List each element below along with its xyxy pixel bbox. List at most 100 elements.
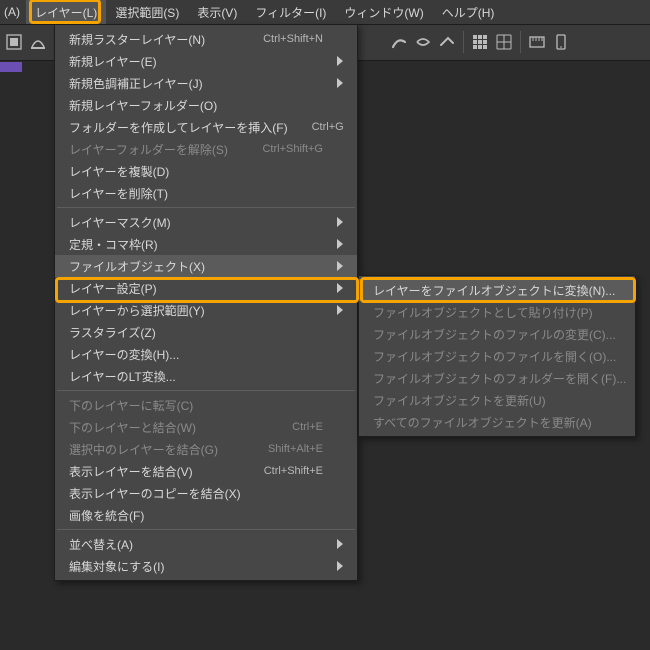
submenu-arrow-icon [337,305,347,315]
menu-item[interactable]: 表示レイヤーを結合(V) Ctrl+Shift+E [55,460,357,482]
menu-item-view[interactable]: 表示(V) [188,0,246,24]
menu-item-label: 表示レイヤーを結合(V) [69,463,193,480]
menu-item-label: レイヤーマスク(M) [69,214,171,231]
menu-item-label: 新規レイヤーフォルダー(O) [69,97,217,114]
brush-icon-3[interactable] [436,31,458,53]
menu-item-label: 表示レイヤーのコピーを結合(X) [69,485,241,502]
menu-item-label: ファイルオブジェクトを更新(U) [373,392,546,409]
menu-separator [57,207,355,208]
menu-item[interactable]: レイヤーから選択範囲(Y) [55,299,357,321]
menu-item[interactable]: 表示レイヤーのコピーを結合(X) [55,482,357,504]
menu-item: 下のレイヤーに転写(C) [55,394,357,416]
submenu-arrow-icon [337,78,347,88]
menu-item-filter[interactable]: フィルター(I) [246,0,335,24]
menu-item[interactable]: 定規・コマ枠(R) [55,233,357,255]
menu-item[interactable]: 新規レイヤー(E) [55,50,357,72]
menu-item-label: 編集対象にする(I) [69,558,164,575]
menu-item-label: ファイルオブジェクト(X) [69,258,205,275]
menu-item[interactable]: レイヤーマスク(M) [55,211,357,233]
submenu-arrow-icon [337,561,347,571]
menu-item[interactable]: レイヤーの変換(H)... [55,343,357,365]
menu-item-label: ファイルオブジェクトのフォルダーを開く(F)... [373,370,626,387]
menu-item-label: 画像を統合(F) [69,507,144,524]
menu-item-label: レイヤーを削除(T) [69,185,168,202]
menu-item-shortcut: Ctrl+Shift+G [262,143,323,155]
menu-item-a[interactable]: (A) [2,0,26,24]
menu-item-label: 定規・コマ枠(R) [69,236,158,253]
menu-item-label: レイヤーフォルダーを解除(S) [69,141,228,158]
menu-item-label: レイヤーから選択範囲(Y) [69,302,205,319]
menu-item-label: ファイルオブジェクトとして貼り付け(P) [373,304,593,321]
brush-icon-2[interactable] [412,31,434,53]
menu-item[interactable]: レイヤーを削除(T) [55,182,357,204]
menu-item[interactable]: レイヤー設定(P) [55,277,357,299]
submenu-arrow-icon [337,239,347,249]
menu-item-label: 選択中のレイヤーを結合(G) [69,441,218,458]
menu-item-label: 並べ替え(A) [69,536,133,553]
menu-item[interactable]: レイヤーを複製(D) [55,160,357,182]
menu-item-window[interactable]: ウィンドウ(W) [335,0,432,24]
menu-item-label: ラスタライズ(Z) [69,324,156,341]
menu-item-layer[interactable]: レイヤー(L) [26,0,106,24]
menu-item-shortcut: Ctrl+G [312,121,344,133]
tool-icon-1[interactable] [3,31,25,53]
menu-item[interactable]: 新規レイヤーフォルダー(O) [55,94,357,116]
menu-item: レイヤーフォルダーを解除(S) Ctrl+Shift+G [55,138,357,160]
menu-item[interactable]: フォルダーを作成してレイヤーを挿入(F) Ctrl+G [55,116,357,138]
submenu-arrow-icon [337,283,347,293]
menu-item-label: フォルダーを作成してレイヤーを挿入(F) [69,119,288,136]
menu-separator [57,390,355,391]
menu-item-label: レイヤー設定(P) [69,280,157,297]
menu-item-shortcut: Shift+Alt+E [268,443,323,455]
menu-item-label: レイヤーをファイルオブジェクトに変換(N)... [373,282,615,299]
menu-item-help[interactable]: ヘルプ(H) [433,0,504,24]
menu-item-label: すべてのファイルオブジェクトを更新(A) [373,414,592,431]
menu-item-shortcut: Ctrl+Shift+E [264,465,323,477]
toolbar-separator [520,31,521,53]
menu-separator [57,529,355,530]
submenu-arrow-icon [337,261,347,271]
menu-item: ファイルオブジェクトを更新(U) [359,389,635,411]
menubar: (A) レイヤー(L) 選択範囲(S) 表示(V) フィルター(I) ウィンドウ… [0,0,650,25]
menu-item-label: 下のレイヤーに転写(C) [69,397,193,414]
menu-item: ファイルオブジェクトとして貼り付け(P) [359,301,635,323]
menu-item-label: レイヤーの変換(H)... [69,346,179,363]
grid-icon-1[interactable] [469,31,491,53]
panel-tab[interactable] [0,62,22,72]
menu-item-shortcut: Ctrl+E [292,421,323,433]
menu-item-label: ファイルオブジェクトのファイルを開く(O)... [373,348,616,365]
brush-icon-1[interactable] [388,31,410,53]
submenu-arrow-icon [337,217,347,227]
tool-icon-2[interactable] [27,31,49,53]
menu-item-label: 下のレイヤーと結合(W) [69,419,196,436]
submenu-arrow-icon [337,539,347,549]
grid-icon-2[interactable] [493,31,515,53]
menu-item-label: レイヤーのLT変換... [69,368,176,385]
menu-item-label: レイヤーを複製(D) [69,163,169,180]
file-object-submenu: レイヤーをファイルオブジェクトに変換(N)... ファイルオブジェクトとして貼り付… [358,275,636,437]
menu-item[interactable]: 並べ替え(A) [55,533,357,555]
menu-item: ファイルオブジェクトのファイルの変更(C)... [359,323,635,345]
menu-item-shortcut: Ctrl+Shift+N [263,33,323,45]
menu-item-label: 新規色調補正レイヤー(J) [69,75,203,92]
menu-item[interactable]: ラスタライズ(Z) [55,321,357,343]
menu-item[interactable]: ファイルオブジェクト(X) [55,255,357,277]
menu-item-selection[interactable]: 選択範囲(S) [106,0,188,24]
menu-item[interactable]: レイヤーをファイルオブジェクトに変換(N)... [359,279,635,301]
layer-menu: 新規ラスターレイヤー(N)Ctrl+Shift+N 新規レイヤー(E) 新規色調補正… [54,24,358,581]
menu-item: 選択中のレイヤーを結合(G) Shift+Alt+E [55,438,357,460]
toolbar-separator [463,31,464,53]
menu-item[interactable]: 新規ラスターレイヤー(N)Ctrl+Shift+N [55,28,357,50]
menu-item-label: ファイルオブジェクトのファイルの変更(C)... [373,326,616,343]
menu-item: 下のレイヤーと結合(W) Ctrl+E [55,416,357,438]
menu-item[interactable]: 編集対象にする(I) [55,555,357,577]
menu-item[interactable]: 画像を統合(F) [55,504,357,526]
ruler-icon[interactable] [526,31,548,53]
menu-item[interactable]: 新規色調補正レイヤー(J) [55,72,357,94]
menu-item: ファイルオブジェクトのフォルダーを開く(F)... [359,367,635,389]
device-icon[interactable] [550,31,572,53]
menu-item[interactable]: レイヤーのLT変換... [55,365,357,387]
menu-item: ファイルオブジェクトのファイルを開く(O)... [359,345,635,367]
menu-item-label: 新規レイヤー(E) [69,53,157,70]
submenu-arrow-icon [337,56,347,66]
